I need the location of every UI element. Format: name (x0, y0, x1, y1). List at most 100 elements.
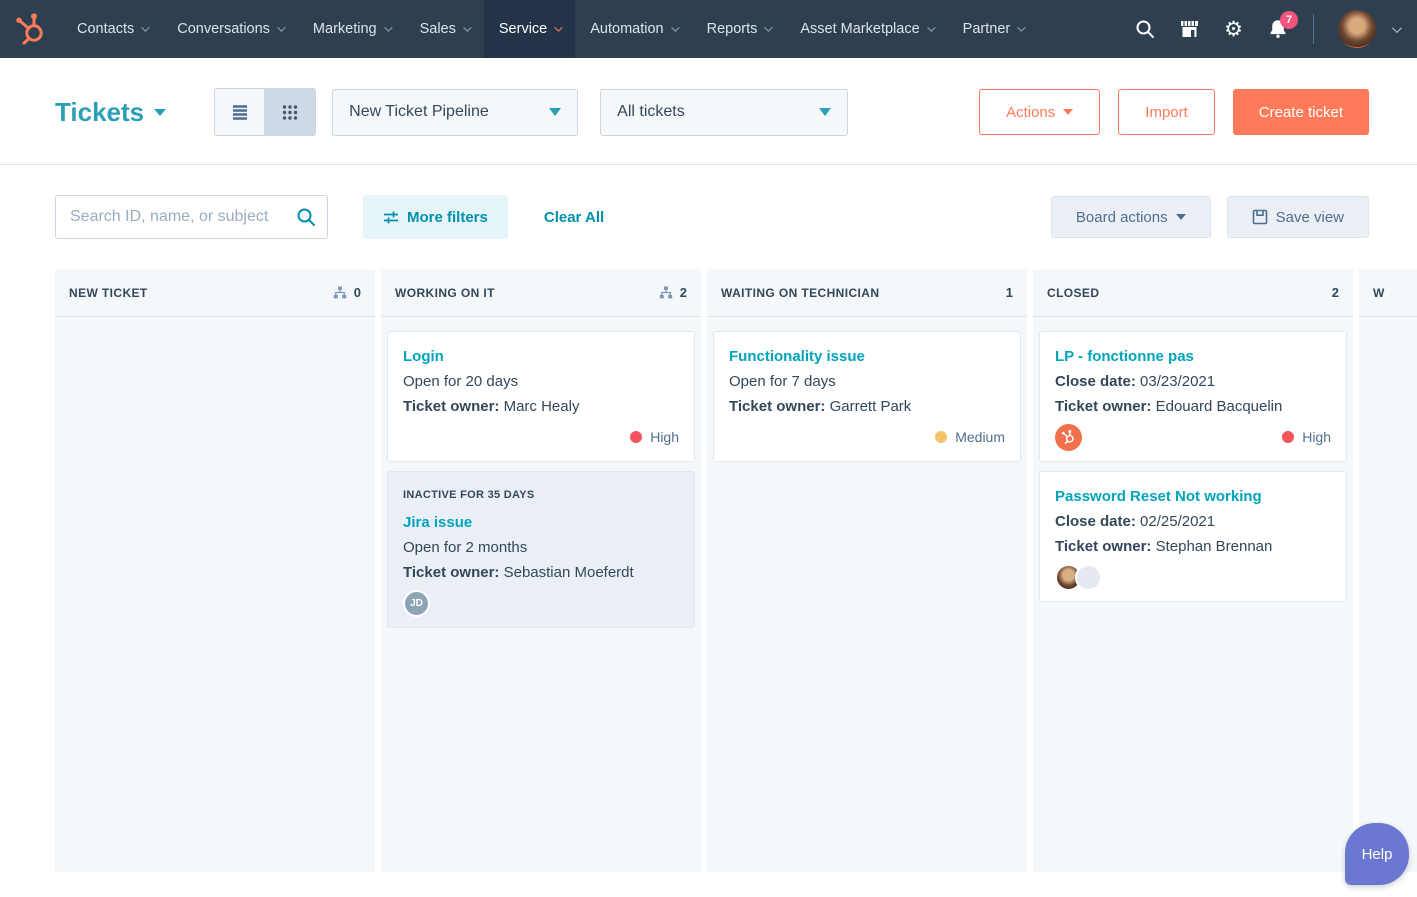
actions-button-label: Actions (1006, 104, 1055, 121)
ticket-owner-line: Ticket owner: Stephan Brennan (1055, 534, 1331, 559)
nav-divider (1313, 14, 1314, 44)
search-icon[interactable] (1135, 19, 1155, 39)
ticket-filter-select[interactable]: All tickets (600, 89, 848, 136)
view-toggle-group (214, 88, 316, 136)
chevron-down-icon[interactable] (1392, 23, 1402, 33)
hubspot-logo-icon[interactable] (14, 11, 48, 47)
board-actions-button[interactable]: Board actions (1051, 196, 1211, 238)
ticket-owner-line: Ticket owner: Edouard Bacquelin (1055, 394, 1331, 419)
column-partial: W (1359, 269, 1417, 872)
page-title-tickets-dropdown[interactable]: Tickets (55, 97, 166, 128)
owner-name: Garrett Park (830, 398, 912, 415)
ticket-card-jira[interactable]: INACTIVE FOR 35 DAYS Jira issue Open for… (387, 471, 695, 628)
nav-item-service[interactable]: Service (484, 0, 575, 58)
nav-item-reports[interactable]: Reports (692, 0, 786, 58)
owner-label: Ticket owner: (729, 398, 825, 415)
card-footer: Medium (729, 423, 1005, 451)
nav-item-label: Partner (963, 21, 1011, 37)
help-button[interactable]: Help (1345, 823, 1409, 885)
column-header: WORKING ON IT 2 (381, 269, 701, 317)
column-working-on-it: WORKING ON IT 2 Login Open for 20 days (381, 269, 701, 872)
filter-row: More filters Clear All Board actions Sav… (0, 165, 1417, 269)
pipeline-select[interactable]: New Ticket Pipeline (332, 89, 578, 136)
owner-name: Stephan Brennan (1156, 538, 1273, 555)
nav-item-automation[interactable]: Automation (575, 0, 691, 58)
ticket-open-duration: Open for 20 days (403, 369, 679, 394)
notifications-bell-icon[interactable]: 7 (1267, 18, 1289, 40)
nav-item-label: Conversations (177, 21, 270, 37)
ticket-board: NEW TICKET 0 WORKING ON IT (55, 269, 1417, 872)
caret-down-icon (1176, 214, 1186, 220)
column-new-ticket: NEW TICKET 0 (55, 269, 375, 872)
ticket-card-login[interactable]: Login Open for 20 days Ticket owner: Mar… (387, 331, 695, 462)
nav-item-sales[interactable]: Sales (405, 0, 484, 58)
clear-all-link[interactable]: Clear All (544, 209, 604, 226)
column-waiting-on-technician: WAITING ON TECHNICIAN 1 Functionality is… (707, 269, 1027, 872)
column-header: W (1359, 269, 1417, 317)
branch-icon (659, 286, 673, 299)
board-view-button[interactable] (265, 89, 315, 135)
ticket-title-link[interactable]: Jira issue (403, 510, 679, 535)
avatar-initials[interactable]: JD (403, 590, 430, 617)
avatar-hubspot-sprocket[interactable] (1055, 424, 1082, 451)
notification-count-badge: 7 (1280, 11, 1298, 29)
user-avatar[interactable] (1338, 10, 1376, 48)
column-count: 0 (354, 285, 361, 300)
branch-icon (333, 286, 347, 299)
search-input[interactable] (55, 195, 328, 239)
create-ticket-label: Create ticket (1259, 104, 1343, 121)
card-footer: High (1055, 423, 1331, 451)
caret-down-icon (154, 109, 166, 116)
chevron-down-icon (671, 23, 679, 31)
ticket-title-link[interactable]: Password Reset Not working (1055, 484, 1331, 509)
more-filters-label: More filters (407, 209, 488, 226)
card-footer: High (403, 423, 679, 451)
list-view-button[interactable] (215, 89, 265, 135)
owner-name: Marc Healy (504, 398, 580, 415)
column-cards (1359, 317, 1417, 345)
actions-button[interactable]: Actions (979, 89, 1100, 135)
create-ticket-button[interactable]: Create ticket (1233, 89, 1369, 135)
column-closed: CLOSED 2 LP - fonctionne pas Close date:… (1033, 269, 1353, 872)
column-count: 1 (1006, 285, 1013, 300)
column-header: CLOSED 2 (1033, 269, 1353, 317)
column-count: 2 (1332, 285, 1339, 300)
save-view-button[interactable]: Save view (1227, 196, 1369, 238)
ticket-title-link[interactable]: Functionality issue (729, 344, 1005, 369)
ticket-card-lp-fonctionne-pas[interactable]: LP - fonctionne pas Close date: 03/23/20… (1039, 331, 1347, 462)
ticket-card-functionality-issue[interactable]: Functionality issue Open for 7 days Tick… (713, 331, 1021, 462)
column-cards (55, 317, 375, 345)
ticket-open-duration: Open for 2 months (403, 535, 679, 560)
ticket-card-password-reset[interactable]: Password Reset Not working Close date: 0… (1039, 471, 1347, 602)
ticket-owner-line: Ticket owner: Sebastian Moeferdt (403, 560, 679, 585)
chevron-down-icon (141, 23, 149, 31)
nav-item-asset-marketplace[interactable]: Asset Marketplace (785, 0, 947, 58)
search-icon[interactable] (296, 207, 316, 227)
caret-down-icon (1063, 109, 1073, 115)
close-date-value: 02/25/2021 (1140, 513, 1215, 530)
chevron-down-icon (927, 23, 935, 31)
close-date-label: Close date: (1055, 373, 1136, 390)
column-cards: Login Open for 20 days Ticket owner: Mar… (381, 317, 701, 642)
nav-item-marketing[interactable]: Marketing (298, 0, 405, 58)
marketplace-icon[interactable] (1179, 19, 1200, 39)
more-filters-button[interactable]: More filters (363, 195, 508, 239)
priority-label: High (650, 425, 679, 450)
owner-name: Edouard Bacquelin (1156, 398, 1283, 415)
column-name: NEW TICKET (69, 286, 148, 300)
ticket-title-link[interactable]: LP - fonctionne pas (1055, 344, 1331, 369)
avatar-placeholder[interactable] (1075, 564, 1102, 591)
grid-icon (281, 103, 299, 121)
chevron-down-icon (384, 23, 392, 31)
nav-item-contacts[interactable]: Contacts (62, 0, 162, 58)
owner-label: Ticket owner: (1055, 538, 1151, 555)
filter-sliders-icon (383, 210, 399, 225)
nav-item-partner[interactable]: Partner (948, 0, 1039, 58)
nav-item-conversations[interactable]: Conversations (162, 0, 298, 58)
import-button[interactable]: Import (1118, 89, 1215, 135)
settings-gear-icon[interactable]: ⚙ (1224, 19, 1243, 40)
caret-down-icon (819, 108, 831, 116)
sprocket-icon (1061, 429, 1076, 445)
tickets-toolbar: Tickets New Ticket Pipeline All tickets … (0, 58, 1417, 164)
ticket-title-link[interactable]: Login (403, 344, 679, 369)
